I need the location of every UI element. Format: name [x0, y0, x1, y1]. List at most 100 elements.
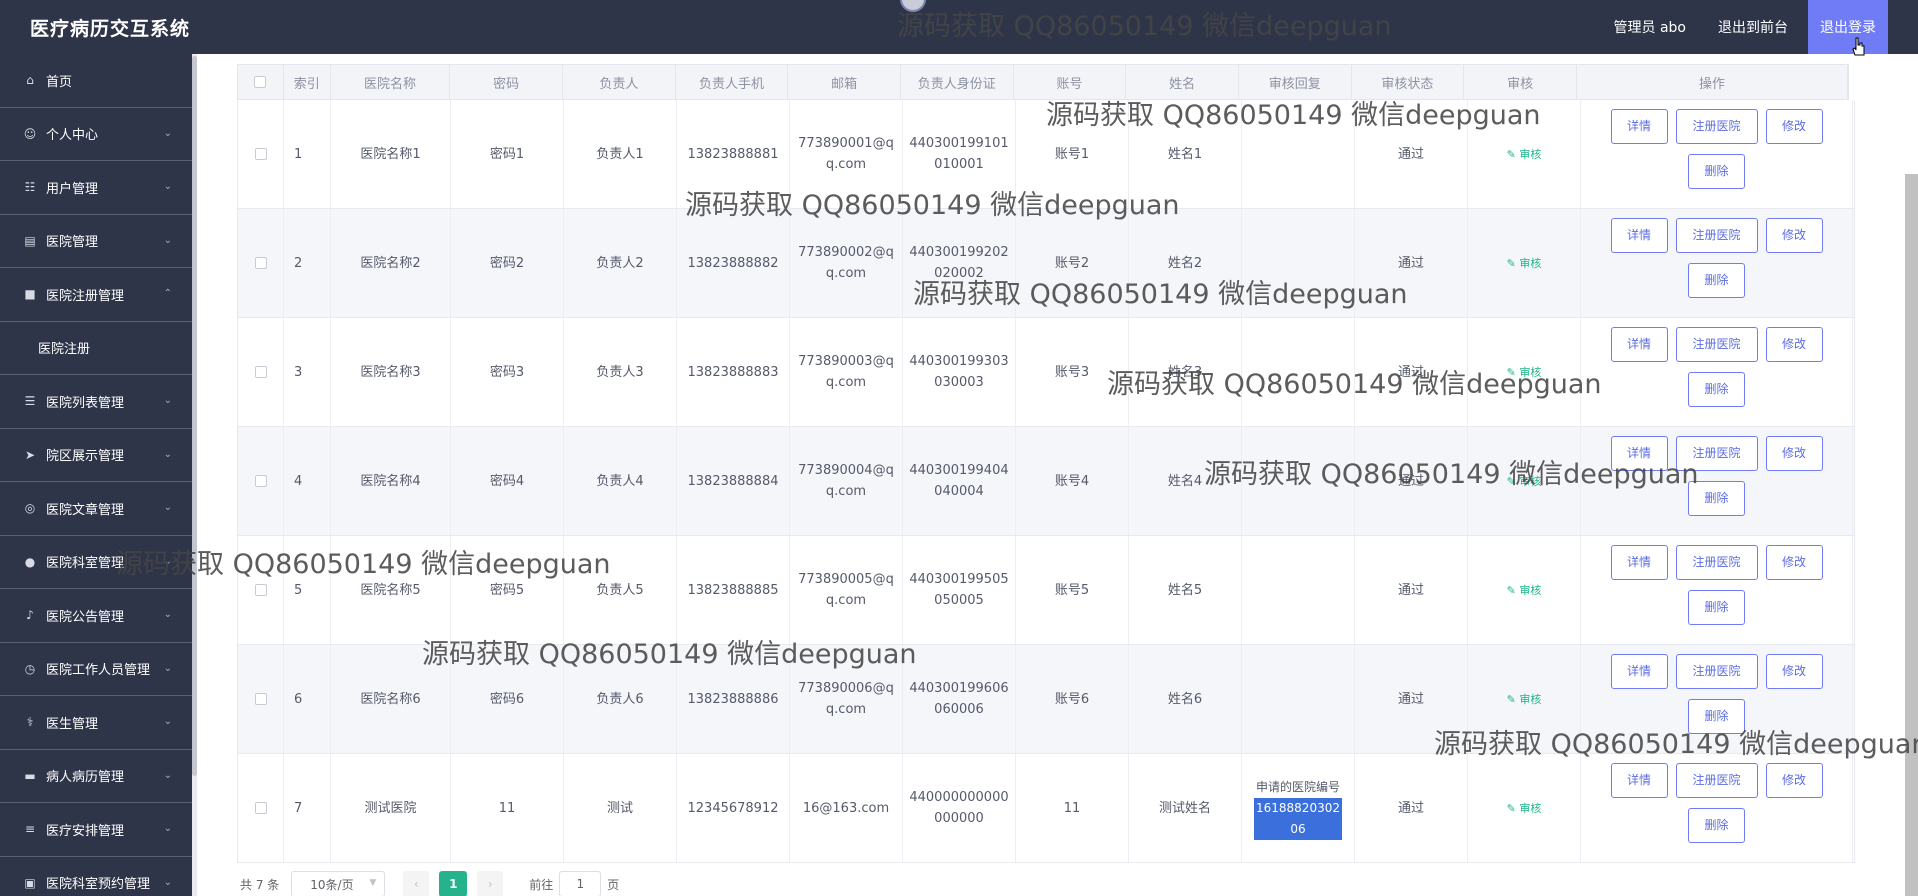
row-checkbox[interactable]	[254, 802, 267, 814]
row-checkbox-cell[interactable]	[238, 427, 284, 535]
sidebar-item-label: 医院列表管理	[46, 395, 125, 411]
delete-button[interactable]: 删除	[1688, 699, 1745, 734]
register-hospital-button[interactable]: 注册医院	[1675, 545, 1758, 580]
cell-owner: 测试	[564, 754, 677, 862]
edit-button[interactable]: 修改	[1765, 218, 1823, 253]
row-checkbox-cell[interactable]	[238, 536, 284, 644]
detail-button[interactable]: 详情	[1610, 436, 1668, 471]
audit-link[interactable]: ✎ 审核	[1507, 798, 1542, 819]
avatar[interactable]	[900, 0, 926, 12]
sidebar-item[interactable]: ☰ 医院列表管理 ⌄	[0, 375, 192, 429]
row-checkbox-cell[interactable]	[238, 645, 284, 753]
audit-label: 审核	[1519, 256, 1542, 270]
cell-actions: 详情 注册医院 修改 删除	[1581, 100, 1853, 208]
row-checkbox[interactable]	[254, 366, 267, 378]
audit-link[interactable]: ✎ 审核	[1507, 580, 1542, 601]
cell-pwd: 密码3	[451, 318, 564, 426]
row-checkbox-cell[interactable]	[238, 318, 284, 426]
sidebar-item[interactable]: ◷ 医院工作人员管理 ⌄	[0, 643, 192, 696]
column-header: 操作	[1577, 65, 1849, 99]
detail-button[interactable]: 详情	[1610, 654, 1668, 689]
sidebar-item[interactable]: ▣ 医院科室预约管理 ⌄	[0, 857, 192, 896]
detail-button[interactable]: 详情	[1610, 327, 1668, 362]
register-hospital-button[interactable]: 注册医院	[1675, 109, 1758, 144]
detail-button[interactable]: 详情	[1610, 763, 1668, 798]
audit-link[interactable]: ✎ 审核	[1507, 362, 1542, 383]
sidebar-item[interactable]: ⚕ 医生管理 ⌄	[0, 696, 192, 750]
edit-button[interactable]: 修改	[1765, 109, 1823, 144]
sidebar-item[interactable]: ≡ 医疗安排管理 ⌄	[0, 803, 192, 857]
sidebar-item[interactable]: ♪ 医院公告管理 ⌄	[0, 589, 192, 643]
sidebar-item-label: 用户管理	[46, 181, 99, 197]
detail-button[interactable]: 详情	[1610, 218, 1668, 253]
edit-button[interactable]: 修改	[1765, 327, 1823, 362]
prev-page-button[interactable]: ‹	[403, 871, 430, 896]
audit-link[interactable]: ✎ 审核	[1507, 253, 1542, 274]
row-checkbox-cell[interactable]	[238, 209, 284, 317]
delete-button[interactable]: 删除	[1688, 263, 1745, 298]
row-checkbox-cell[interactable]	[238, 100, 284, 208]
table-row: 6 医院名称6 密码6 负责人6 13823888886 773890006@qq.com…	[237, 645, 1855, 754]
edit-button[interactable]: 修改	[1765, 654, 1823, 689]
cell-actions: 详情 注册医院 修改 删除	[1581, 209, 1853, 317]
page-size-select[interactable]: 10条/页 ▼	[291, 871, 386, 896]
row-checkbox[interactable]	[254, 584, 267, 596]
register-hospital-button[interactable]: 注册医院	[1675, 436, 1758, 471]
register-hospital-button[interactable]: 注册医院	[1675, 654, 1758, 689]
row-checkbox[interactable]	[254, 475, 267, 487]
detail-button[interactable]: 详情	[1610, 109, 1668, 144]
sidebar-item[interactable]: ▤ 医院管理 ⌄	[0, 215, 192, 268]
page-number-current[interactable]: 1	[439, 871, 468, 896]
cell-reply: 申请的医院编号 1618882030206	[1242, 754, 1355, 862]
row-checkbox[interactable]	[254, 693, 267, 705]
sidebar-item[interactable]: ➤ 院区展示管理 ⌄	[0, 429, 192, 482]
edit-button[interactable]: 修改	[1765, 763, 1823, 798]
delete-button[interactable]: 删除	[1688, 590, 1745, 625]
edit-button[interactable]: 修改	[1765, 545, 1823, 580]
page-unit-label: 页	[607, 877, 620, 892]
sidebar-item[interactable]: ☺ 个人中心 ⌄	[0, 108, 192, 161]
delete-button[interactable]: 删除	[1688, 481, 1745, 516]
next-page-button[interactable]: ›	[477, 871, 504, 896]
audit-link[interactable]: ✎ 审核	[1507, 689, 1542, 710]
edit-button[interactable]: 修改	[1765, 436, 1823, 471]
audit-label: 审核	[1519, 365, 1542, 379]
delete-button[interactable]: 删除	[1688, 154, 1745, 189]
cell-phone: 13823888881	[677, 100, 790, 208]
register-hospital-button[interactable]: 注册医院	[1675, 763, 1758, 798]
goto-page-input[interactable]	[559, 871, 602, 896]
sidebar-item[interactable]: ☷ 用户管理 ⌄	[0, 161, 192, 215]
detail-button[interactable]: 详情	[1610, 545, 1668, 580]
select-all-checkbox-cell[interactable]	[238, 65, 284, 99]
sidebar-item[interactable]: ◎ 医院文章管理 ⌄	[0, 482, 192, 536]
cell-status: 通过	[1355, 754, 1468, 862]
sidebar-item[interactable]: ▬ 病人病历管理 ⌄	[0, 750, 192, 803]
cell-phone: 13823888882	[677, 209, 790, 317]
logout-button[interactable]: 退出登录	[1808, 0, 1888, 54]
sidebar-item[interactable]: ■ 医院注册管理 ⌃	[0, 268, 192, 322]
sidebar-item[interactable]: ⌂ 首页	[0, 54, 192, 108]
actions-row: 删除	[1688, 372, 1745, 417]
delete-button[interactable]: 删除	[1688, 808, 1745, 843]
cell-account: 账号4	[1016, 427, 1129, 535]
sidebar-item-label: 医院工作人员管理	[46, 663, 151, 679]
register-hospital-button[interactable]: 注册医院	[1675, 327, 1758, 362]
main-scrollbar[interactable]	[1905, 174, 1918, 896]
table-row: 4 医院名称4 密码4 负责人4 13823888884 773890004@qq.com…	[237, 427, 1855, 536]
row-checkbox[interactable]	[254, 148, 267, 160]
bell-icon: ♪	[26, 608, 34, 623]
row-checkbox[interactable]	[254, 257, 267, 269]
sidebar-subitem-hospital-register[interactable]: 医院注册	[0, 321, 192, 375]
select-all-checkbox[interactable]	[254, 76, 267, 88]
cell-idcard: 440300199404040004	[903, 427, 1016, 535]
cell-audit: ✎ 审核	[1468, 645, 1581, 753]
audit-link[interactable]: ✎ 审核	[1507, 471, 1542, 492]
delete-button[interactable]: 删除	[1688, 372, 1745, 407]
goto-front-link[interactable]: 退出到前台	[1708, 0, 1798, 54]
row-checkbox-cell[interactable]	[238, 754, 284, 862]
register-hospital-button[interactable]: 注册医院	[1675, 218, 1758, 253]
chevron-down-icon: ⌄	[163, 181, 172, 192]
cell-reply	[1242, 100, 1355, 208]
sidebar-item[interactable]: ● 医院科室管理 ⌄	[0, 536, 192, 589]
audit-link[interactable]: ✎ 审核	[1507, 144, 1542, 165]
